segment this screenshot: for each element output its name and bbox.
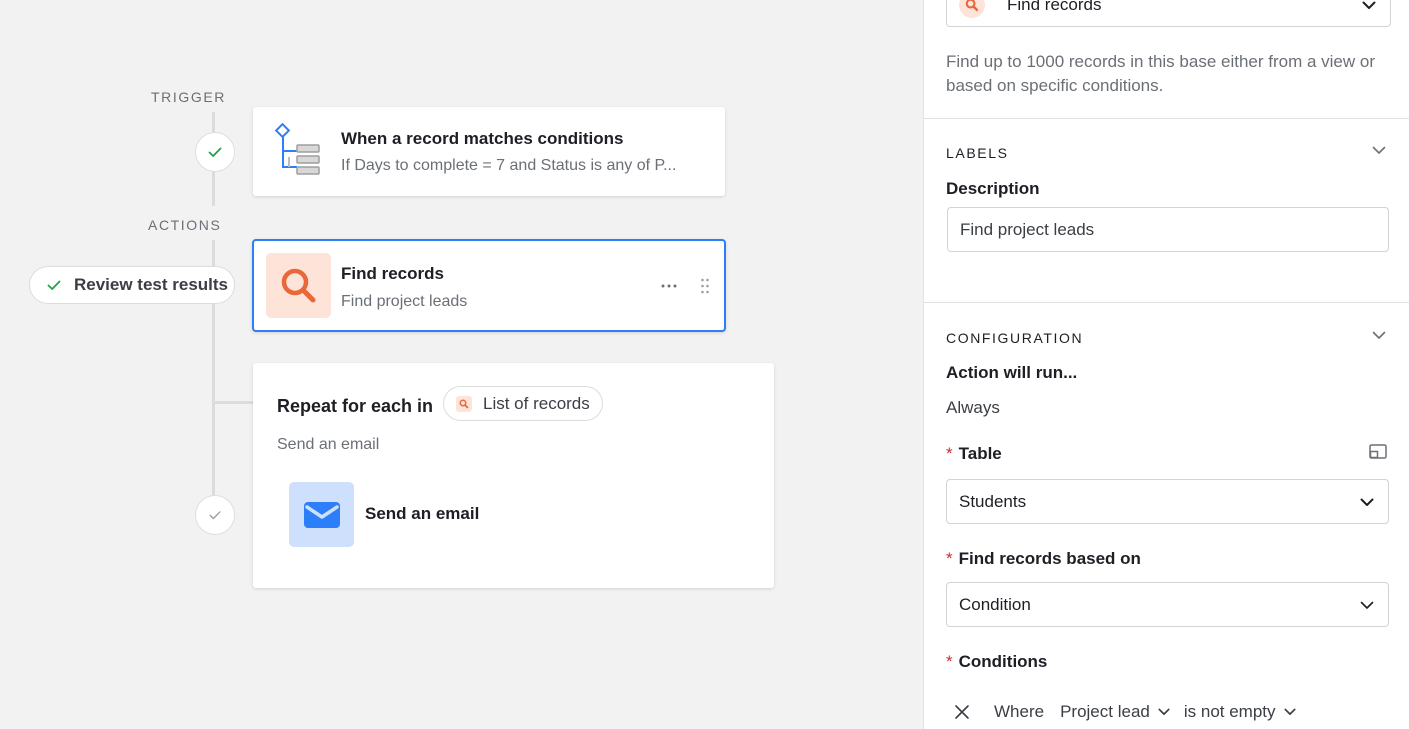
section-divider [924,118,1409,119]
find-based-on-label: * Find records based on [946,549,1141,569]
mail-icon [289,482,354,547]
close-icon[interactable] [954,704,970,720]
search-icon [456,395,472,412]
conditions-tree-icon [273,123,323,175]
chevron-down-icon [1360,601,1374,609]
drag-handle-icon[interactable] [696,275,714,297]
search-icon [266,253,331,318]
condition-field-select[interactable]: Project lead [1060,702,1170,722]
condition-field-value: Project lead [1060,702,1150,721]
action-run-label: Action will run... [946,363,1078,382]
chevron-down-icon [1158,708,1170,715]
table-field-label: * Table [946,444,1002,464]
table-label-text: Table [958,444,1002,463]
review-test-results-label: Review test results [74,275,229,294]
list-of-records-label: List of records [483,393,590,413]
condition-where-label: Where [994,702,1045,721]
automation-canvas: TRIGGER ACTIONS Review test results When… [0,0,923,729]
description-input-value: Find project leads [960,219,1095,239]
review-test-results-button[interactable]: Review test results [29,266,235,304]
table-select-value: Students [959,491,1027,511]
action-run-value: Always [946,398,1000,417]
table-select[interactable]: Students [946,479,1389,524]
repeat-card-subtitle: Send an email [277,436,380,453]
description-input[interactable]: Find project leads [947,207,1389,252]
condition-row: Where Project lead is not empty [946,700,1386,724]
find-based-on-value: Condition [959,594,1031,614]
configuration-panel: Find records Find up to 1000 records in … [923,0,1409,729]
required-marker: * [946,444,953,463]
conditions-label-text: Conditions [958,652,1048,671]
check-icon [209,511,221,520]
find-records-card[interactable]: Find records Find project leads [252,239,726,332]
check-icon [208,147,222,157]
action-type-select[interactable]: Find records [946,0,1391,27]
action-type-value: Find records [1007,0,1102,14]
section-divider [924,302,1409,303]
connector-branch [214,401,254,404]
list-of-records-chip[interactable]: List of records [443,386,603,421]
required-marker: * [946,549,953,568]
actions-section-label: ACTIONS [148,217,222,233]
trigger-card-subtitle: If Days to complete = 7 and Status is an… [341,157,677,174]
expand-icon[interactable] [1369,444,1387,459]
trigger-section-label: TRIGGER [151,89,226,105]
required-marker: * [946,652,953,671]
find-records-card-title: Find records [341,264,444,283]
chevron-down-icon[interactable] [1372,146,1386,155]
chevron-down-icon [1360,498,1374,506]
find-based-on-label-text: Find records based on [958,549,1141,568]
end-status-circle [195,495,235,535]
send-email-action[interactable]: Send an email [289,482,549,547]
labels-heading: LABELS [946,145,1009,161]
chevron-down-icon [1283,708,1296,715]
description-field-label: Description [946,179,1040,198]
find-based-on-select[interactable]: Condition [946,582,1389,627]
condition-operator-select[interactable]: is not empty [1184,702,1296,722]
more-dots-icon[interactable] [657,277,681,295]
trigger-card-title: When a record matches conditions [341,129,624,148]
search-icon [959,0,985,18]
repeat-card-title: Repeat for each in [277,396,434,416]
conditions-label: * Conditions [946,652,1047,672]
trigger-card[interactable]: When a record matches conditions If Days… [253,107,725,196]
action-description-text: Find up to 1000 records in this base eit… [946,52,1375,95]
configuration-heading: CONFIGURATION [946,330,1084,346]
find-records-card-subtitle: Find project leads [341,293,468,310]
chevron-down-icon [1362,1,1376,9]
check-icon [47,280,61,290]
condition-operator-value: is not empty [1183,702,1276,721]
chevron-down-icon[interactable] [1372,331,1386,340]
trigger-status-circle [195,132,235,172]
send-email-label: Send an email [365,504,480,523]
repeat-group-card[interactable]: Repeat for each in List of records Send … [253,363,774,588]
